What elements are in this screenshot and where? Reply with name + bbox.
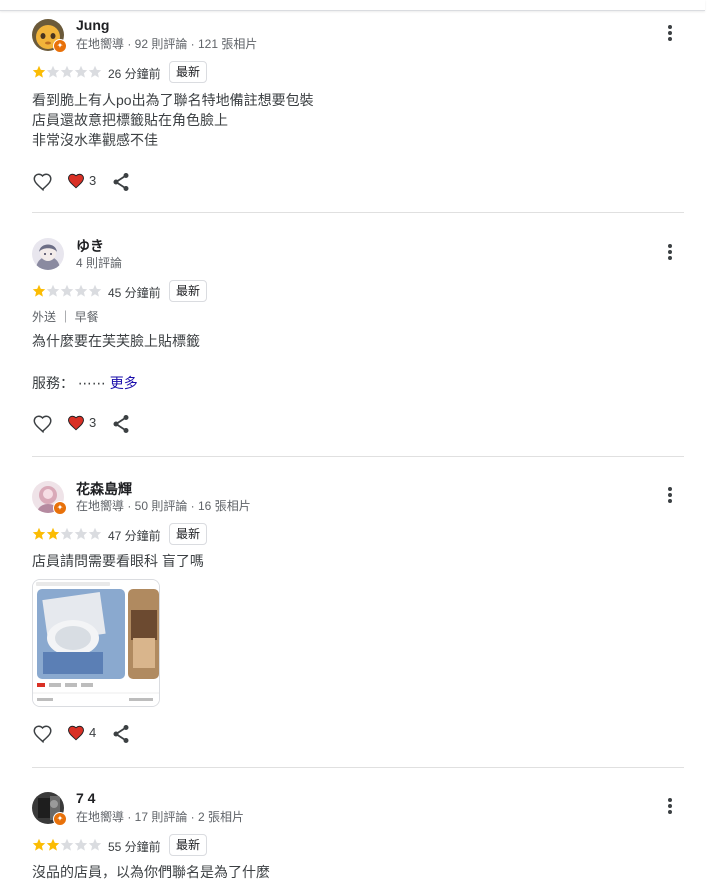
more-options-button[interactable] — [662, 485, 678, 505]
star-empty-icon — [74, 527, 88, 540]
like-button[interactable] — [32, 171, 54, 193]
more-options-button[interactable] — [662, 242, 678, 262]
share-button[interactable] — [112, 414, 130, 434]
star-rating — [32, 284, 102, 298]
review-time: 55 分鐘前 — [108, 840, 161, 854]
more-options-button[interactable] — [662, 796, 678, 816]
review-photo[interactable] — [32, 579, 160, 707]
reviewer-meta: 在地嚮導 · 92 則評論 · 121 張相片 — [76, 37, 258, 51]
star-empty-icon — [60, 527, 74, 540]
star-rating — [32, 838, 102, 852]
reaction-count: 3 — [89, 415, 97, 430]
newest-badge: 最新 — [169, 834, 208, 856]
reviewer-name[interactable]: ゆき — [76, 236, 104, 256]
reviewer-name[interactable]: 7 4 — [76, 790, 95, 806]
local-guide-badge-icon: ✦ — [53, 39, 67, 53]
review-text: 看到脆上有人po出為了聯名特地備註想要包裝 店員還故意把標籤貼在角色臉上 非常沒… — [32, 92, 314, 148]
heart-outline-icon — [33, 415, 52, 434]
share-icon — [113, 173, 129, 191]
heart-outline-icon — [33, 173, 52, 192]
heart-outline-icon — [33, 725, 52, 744]
more-link[interactable]: 更多 — [110, 375, 138, 391]
heart-filled-icon — [67, 172, 85, 190]
star-empty-icon — [88, 284, 102, 297]
heart-filled-icon — [67, 414, 85, 432]
local-guide-badge-icon: ✦ — [53, 812, 67, 826]
share-icon — [113, 415, 129, 433]
review-divider — [32, 456, 684, 457]
review-text: 沒品的店員，以為你們聯名是為了什麼 — [32, 864, 270, 880]
service-tags: 外送 ｜ 早餐 — [32, 310, 99, 324]
more-options-button[interactable] — [662, 23, 678, 43]
review-divider — [32, 767, 684, 768]
newest-badge: 最新 — [169, 280, 208, 302]
star-empty-icon — [60, 838, 74, 851]
star-filled-icon — [46, 838, 60, 851]
review-time: 45 分鐘前 — [108, 286, 161, 300]
reviewer-name[interactable]: 花森島輝 — [76, 479, 132, 499]
review-time: 47 分鐘前 — [108, 529, 161, 543]
review-text: 店員請問需要看眼科 盲了嗎 — [32, 553, 204, 569]
share-button[interactable] — [112, 172, 130, 192]
avatar[interactable] — [32, 238, 64, 270]
star-empty-icon — [60, 284, 74, 297]
service-label: 服務： — [32, 375, 74, 391]
share-icon — [113, 725, 129, 743]
star-filled-icon — [32, 838, 46, 851]
reviewer-meta: 4 則評論 — [76, 256, 123, 270]
top-bar — [0, 0, 705, 11]
star-filled-icon — [32, 65, 46, 78]
reaction-count: 4 — [89, 725, 97, 740]
star-empty-icon — [60, 65, 74, 78]
newest-badge: 最新 — [169, 523, 208, 545]
reviewer-meta: 在地嚮導 · 50 則評論 · 16 張相片 — [76, 499, 251, 513]
star-rating — [32, 527, 102, 541]
star-empty-icon — [88, 65, 102, 78]
newest-badge: 最新 — [169, 61, 208, 83]
service-ellipsis: ⋯⋯ — [77, 375, 106, 391]
service-row: 服務： ⋯⋯ 更多 — [32, 373, 138, 393]
star-empty-icon — [74, 65, 88, 78]
review-time: 26 分鐘前 — [108, 67, 161, 81]
star-filled-icon — [32, 527, 46, 540]
star-rating — [32, 65, 102, 79]
reviewer-meta: 在地嚮導 · 17 則評論 · 2 張相片 — [76, 810, 245, 824]
like-button[interactable] — [32, 723, 54, 745]
star-empty-icon — [74, 838, 88, 851]
review-divider — [32, 212, 684, 213]
star-empty-icon — [46, 65, 60, 78]
like-button[interactable] — [32, 413, 54, 435]
heart-filled-icon — [67, 724, 85, 742]
star-empty-icon — [88, 838, 102, 851]
star-empty-icon — [88, 527, 102, 540]
reaction-count: 3 — [89, 173, 97, 188]
star-empty-icon — [74, 284, 88, 297]
review-text: 為什麼要在芙芙臉上貼標籤 — [32, 333, 200, 349]
reviewer-name[interactable]: Jung — [76, 17, 109, 33]
star-filled-icon — [32, 284, 46, 297]
star-empty-icon — [46, 284, 60, 297]
star-filled-icon — [46, 527, 60, 540]
local-guide-badge-icon: ✦ — [53, 501, 67, 515]
share-button[interactable] — [112, 724, 130, 744]
